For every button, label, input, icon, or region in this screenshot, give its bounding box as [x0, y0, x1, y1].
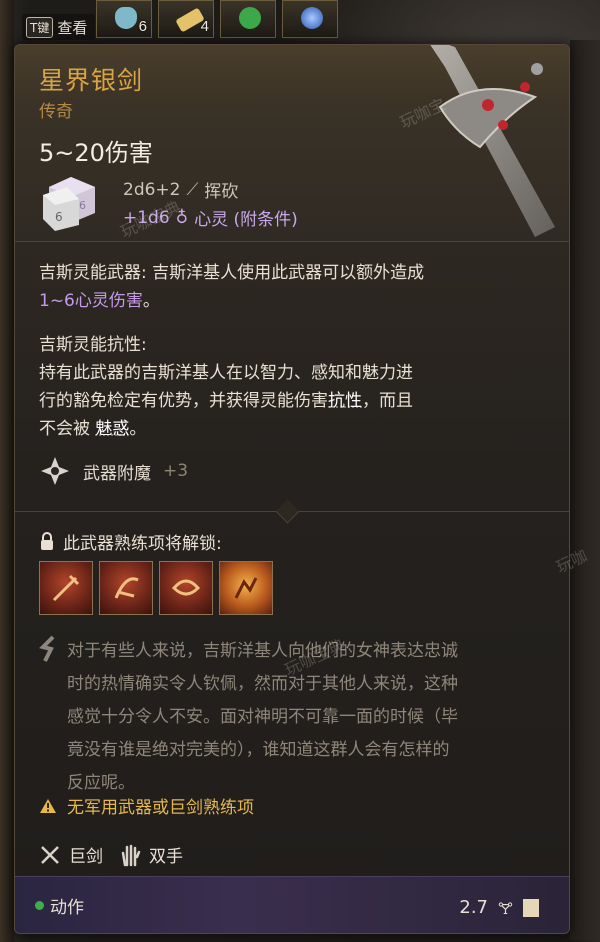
green-gem-icon	[239, 7, 261, 29]
hotbar-slot-blue-orb[interactable]	[282, 0, 338, 38]
passive-line: 不会被	[39, 419, 96, 439]
proficiency-warning: 无军用武器或巨剑熟练项	[39, 793, 254, 818]
damage-extra-type: 心灵 (附条件)	[194, 210, 298, 230]
slot-count: 4	[200, 18, 209, 35]
passive-title: 吉斯灵能武器:	[39, 263, 147, 283]
psychic-damage-text: 1~6心灵伤害	[39, 291, 143, 311]
charmed-keyword[interactable]: 魅惑	[95, 419, 129, 439]
weapon-actions	[39, 561, 273, 615]
hotbar-slot-scroll[interactable]: 4	[158, 0, 214, 38]
lacerate-icon[interactable]	[99, 561, 153, 615]
weapon-enchantment: 武器附魔 +3	[39, 455, 188, 487]
passive-gith-resistance: 吉斯灵能抗性: 持有此武器的吉斯洋基人在以智力、感知和魅力进 行的豁免检定有优势…	[39, 331, 539, 443]
passive-gith-weapon: 吉斯灵能武器: 吉斯洋基人使用此武器可以额外造成 1~6心灵伤害。	[39, 259, 539, 315]
property-label: 双手	[149, 847, 183, 867]
action-dot-icon	[35, 901, 44, 910]
hotbar: 6 4	[96, 0, 366, 40]
pommel-strike-icon[interactable]	[39, 561, 93, 615]
keyhint-label: 查看	[57, 18, 88, 37]
flavor-line: 竟没有谁是绝对完美的），谁知道这群人会有怎样的	[67, 740, 450, 760]
tooltip-footer: 动作 2.7 🝖	[15, 876, 569, 933]
svg-text:6: 6	[55, 210, 63, 224]
divider	[15, 241, 569, 242]
action-type: 动作	[35, 893, 84, 918]
flavor-line: 时的热情确实令人钦佩，然而对于其他人来说，这种	[67, 674, 458, 694]
rush-attack-icon[interactable]	[219, 561, 273, 615]
warning-icon	[40, 798, 56, 813]
passive-line: ，而且	[362, 391, 413, 411]
proficiency-title: 此武器熟练项将解锁:	[63, 534, 222, 554]
weight-icon: 🝖	[498, 899, 513, 918]
sword-illustration	[430, 45, 555, 237]
slot-count: 6	[138, 18, 147, 35]
enchantment-value: +3	[163, 461, 189, 481]
passive-text: 吉斯洋基人使用此武器可以额外造成	[146, 263, 425, 283]
right-frame	[570, 40, 600, 940]
weapon-properties: 巨剑 双手	[39, 842, 183, 867]
svg-text:6: 6	[79, 199, 86, 212]
weight-value: 2.7	[459, 897, 489, 918]
proficiency-unlock-title: 此武器熟练项将解锁:	[39, 529, 222, 554]
slashing-icon: ⟋	[186, 179, 199, 200]
passive-line: 行的豁免检定有优势，并获得灵能伤害	[39, 391, 328, 411]
hotbar-slot-potion[interactable]: 6	[96, 0, 152, 38]
item-rarity: 传奇	[39, 102, 73, 122]
passive-title: 吉斯灵能抗性:	[39, 335, 147, 355]
damage-base-type: 挥砍	[204, 182, 239, 202]
property-two-handed[interactable]: 双手	[119, 842, 183, 867]
resistance-keyword[interactable]: 抗性	[328, 391, 362, 411]
hotbar-slot-green-gem[interactable]	[220, 0, 276, 38]
lock-icon	[41, 531, 53, 550]
keycap: T键	[26, 16, 54, 38]
enchantment-label: 武器附魔	[83, 463, 151, 484]
damage-total: 5~20伤害	[39, 139, 153, 167]
dice-icon: 6 6	[43, 177, 95, 231]
item-meta: 2.7 🝖	[459, 891, 539, 924]
property-greatsword[interactable]: 巨剑	[39, 842, 103, 867]
action-label: 动作	[50, 898, 84, 918]
passive-tail: 。	[142, 291, 160, 311]
flavor-line: 感觉十分令人不安。面对神明不可靠一面的时候（毕	[67, 707, 458, 727]
potion-icon	[115, 7, 137, 29]
warning-text: 无军用武器或巨剑熟练项	[67, 798, 254, 818]
inspect-key-hint[interactable]: T键 查看	[22, 14, 96, 40]
item-tooltip: 星界银剑 传奇 5~20伤害 6 6 2d6+2 ⟋ 挥砍 +1d6 ♁ 心灵 …	[14, 44, 570, 934]
passive-line: 持有此武器的吉斯洋基人在以智力、感知和魅力进	[39, 363, 413, 383]
passive-line: 。	[129, 419, 147, 439]
left-frame	[0, 0, 14, 942]
item-name: 星界银剑	[39, 66, 144, 95]
section-notch	[275, 499, 300, 524]
damage-base: 2d6+2 ⟋ 挥砍	[123, 177, 239, 203]
two-handed-icon	[121, 844, 141, 866]
cleave-icon[interactable]	[159, 561, 213, 615]
blue-orb-icon	[301, 7, 323, 29]
property-label: 巨剑	[69, 847, 103, 867]
enchantment-icon	[41, 457, 69, 485]
quote-icon	[39, 635, 55, 662]
gold-coin-icon	[523, 898, 539, 917]
greatsword-icon	[41, 845, 59, 864]
